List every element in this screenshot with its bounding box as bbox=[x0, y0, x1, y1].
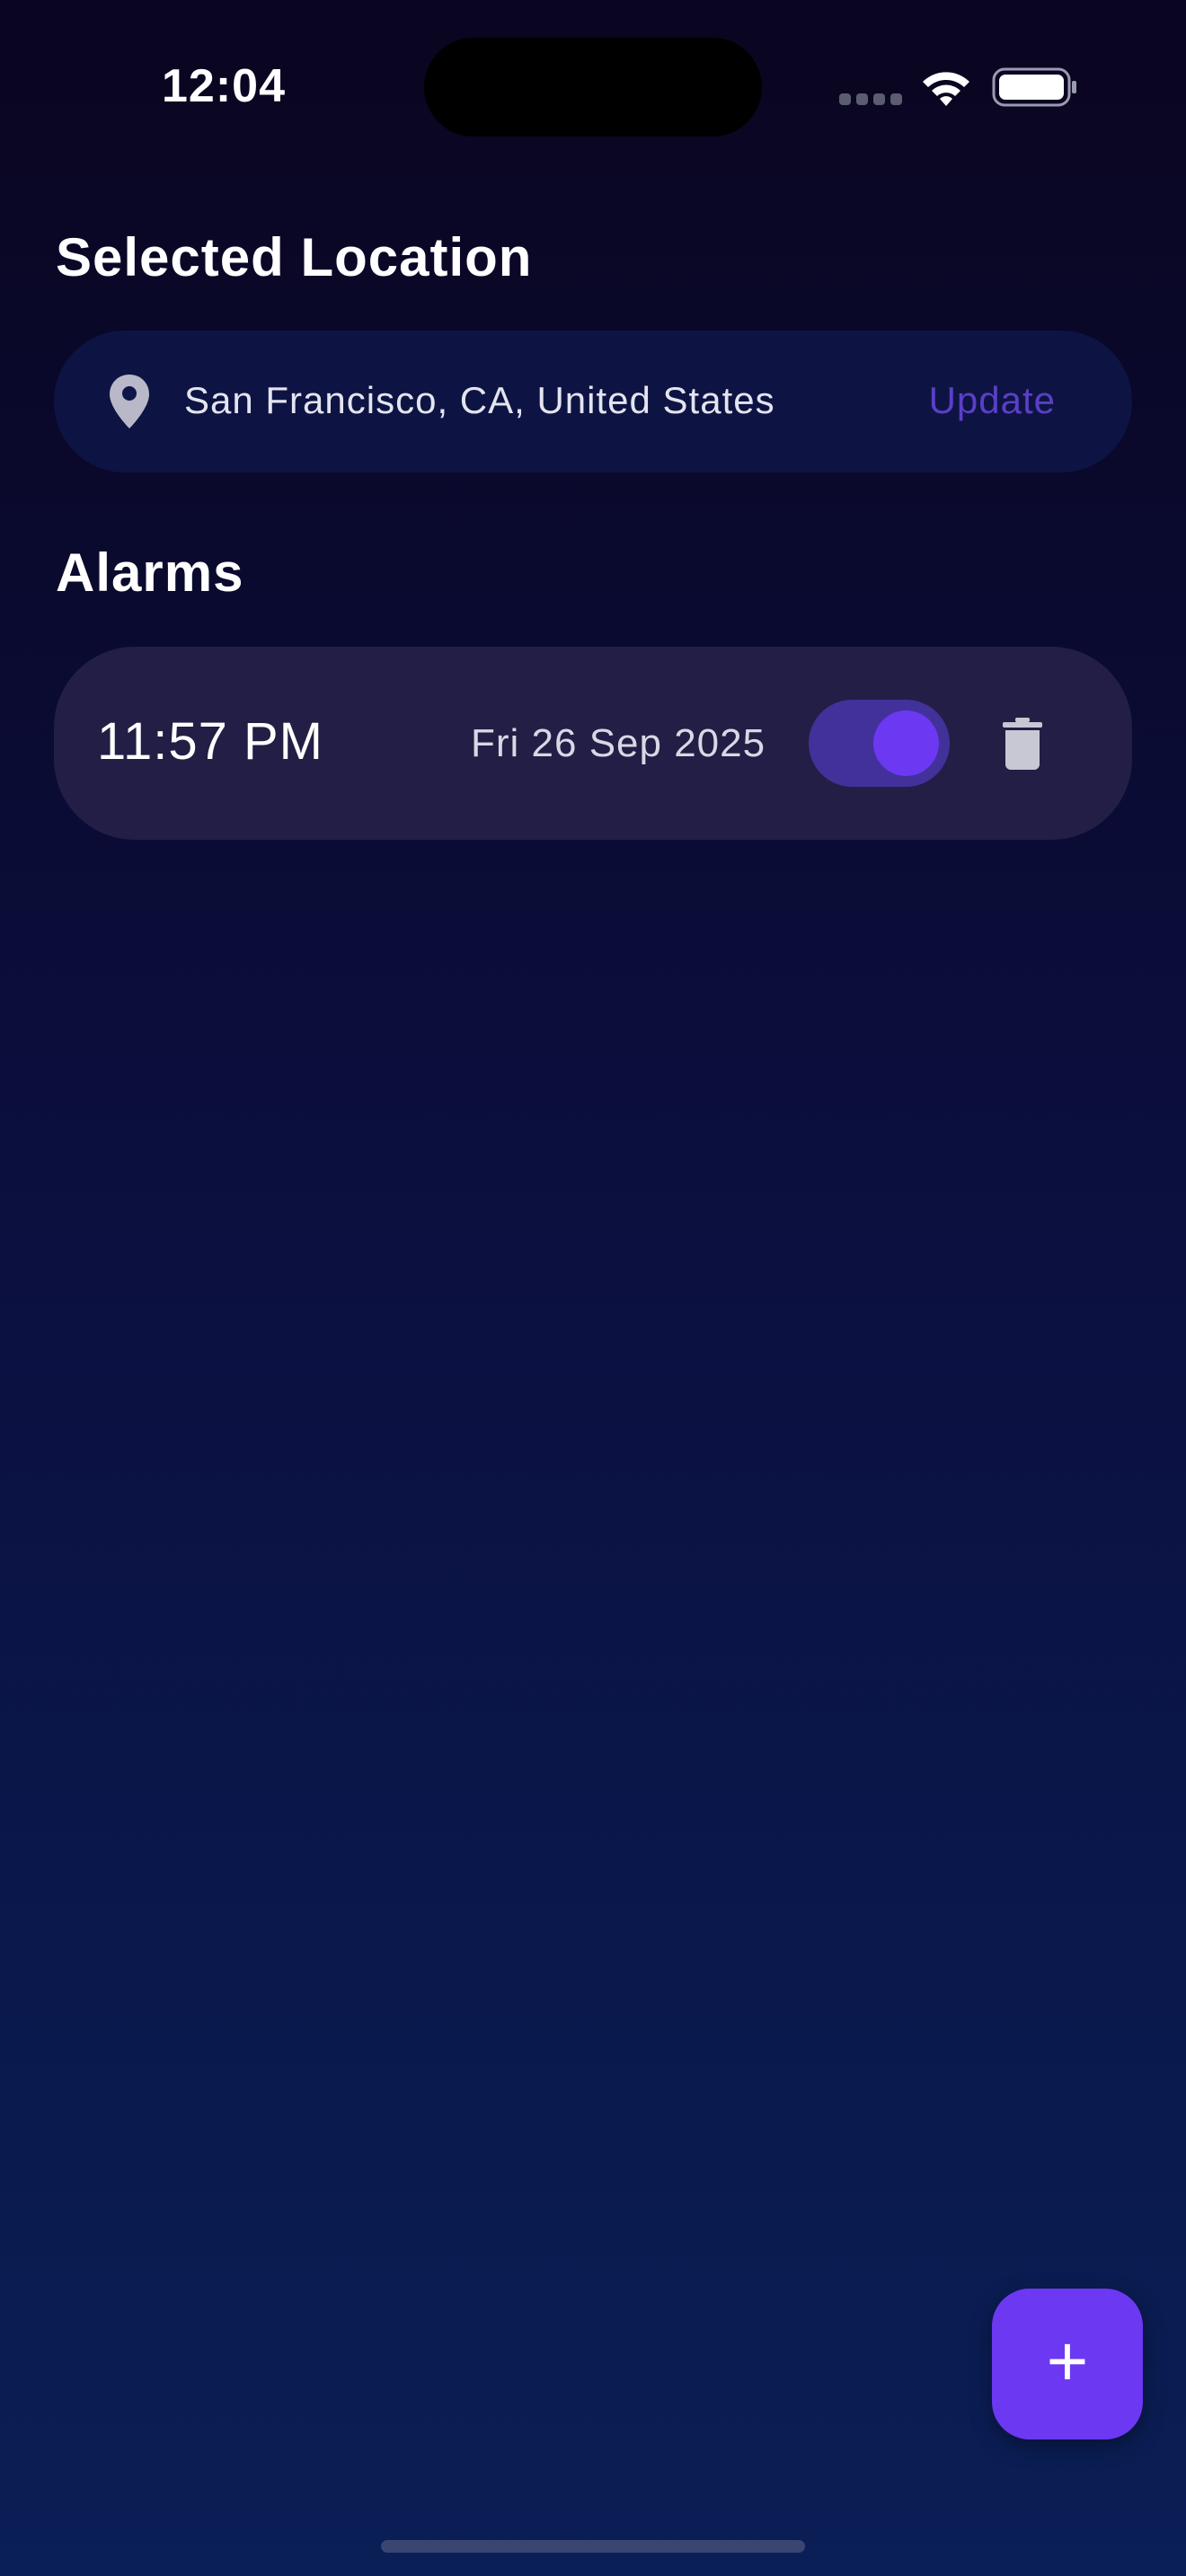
dynamic-island bbox=[424, 38, 762, 137]
toggle-knob bbox=[873, 710, 939, 776]
location-card: San Francisco, CA, United States Update bbox=[54, 331, 1132, 472]
alarm-enabled-toggle[interactable] bbox=[809, 700, 950, 787]
alarm-card[interactable]: 11:57 PM Fri 26 Sep 2025 bbox=[54, 647, 1132, 840]
plus-icon: + bbox=[1046, 2321, 1089, 2401]
update-location-button[interactable]: Update bbox=[929, 375, 1056, 426]
wifi-icon bbox=[923, 72, 969, 106]
battery-icon bbox=[992, 67, 1076, 107]
cellular-signal-icon bbox=[839, 93, 902, 105]
alarms-heading: Alarms bbox=[56, 543, 244, 603]
trash-icon[interactable] bbox=[1003, 718, 1042, 770]
selected-location-heading: Selected Location bbox=[56, 227, 533, 287]
status-bar-time: 12:04 bbox=[162, 60, 286, 112]
home-indicator[interactable] bbox=[381, 2540, 805, 2553]
location-pin-icon bbox=[110, 375, 149, 428]
location-value: San Francisco, CA, United States bbox=[184, 379, 775, 421]
alarm-time: 11:57 PM bbox=[97, 712, 323, 771]
alarm-date: Fri 26 Sep 2025 bbox=[471, 721, 766, 765]
add-alarm-button[interactable]: + bbox=[992, 2289, 1143, 2439]
